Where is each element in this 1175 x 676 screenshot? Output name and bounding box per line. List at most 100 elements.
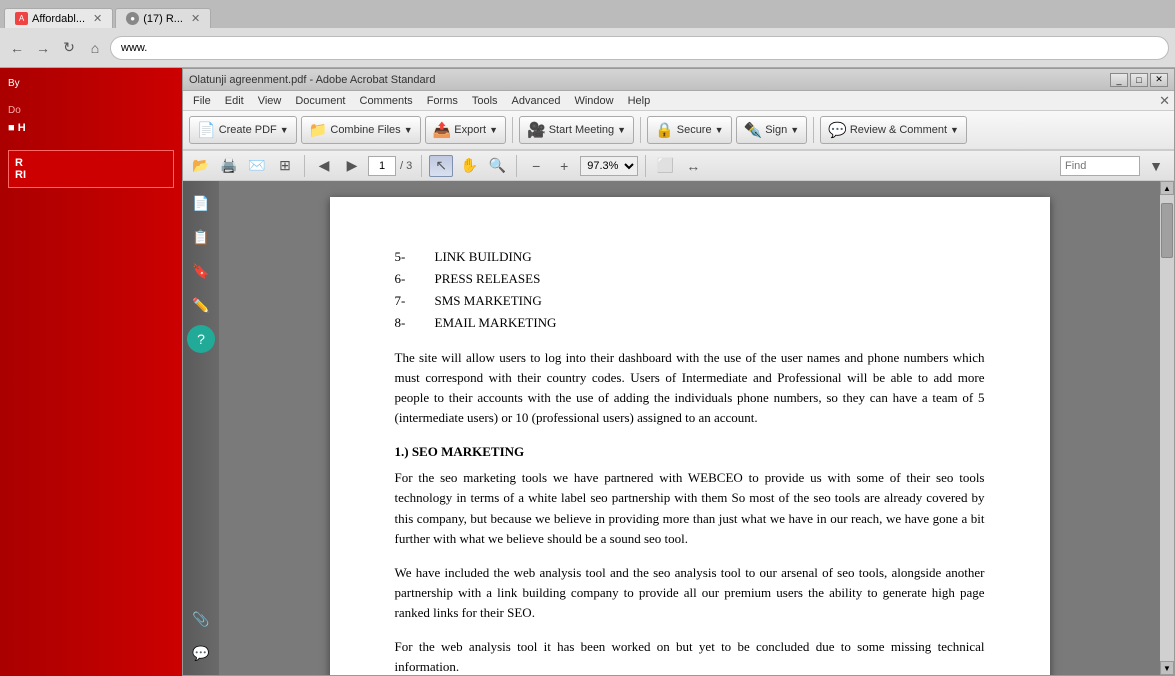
main-toolbar: 📄 Create PDF ▼ 📁 Combine Files ▼ 📤 Expor… [183,111,1174,151]
panel-icon-attachments[interactable]: 🔖 [187,257,215,285]
tab-1[interactable]: A Affordabl... ✕ [4,8,113,28]
menu-view[interactable]: View [252,93,288,109]
menu-edit[interactable]: Edit [219,93,250,109]
review-comment-button[interactable]: 💬 Review & Comment ▼ [820,116,967,144]
combine-files-button[interactable]: 📁 Combine Files ▼ [301,116,421,144]
cursor-tool-button[interactable]: ↖ [429,155,453,177]
menu-help[interactable]: Help [622,93,657,109]
scroll-track[interactable] [1160,195,1174,661]
left-panel: 📄 📋 🔖 ✏️ ? 📎 💬 [183,181,219,675]
fit-width-button[interactable]: ↔ [681,155,705,177]
list-text-5: LINK BUILDING [435,247,532,267]
secondary-toolbar: 📂 🖨️ ✉️ ⊞ ◀ ▶ / 3 ↖ ✋ 🔍 − + 97.3% 100% ⬜ [183,151,1174,181]
sidebar-by-label: By [8,78,174,89]
paragraph-3: We have included the web analysis tool a… [395,563,985,623]
prev-page-button[interactable]: ◀ [312,155,336,177]
create-pdf-label: Create PDF [219,124,277,136]
create-pdf-icon: 📄 [197,121,216,139]
toolbar2-sep1 [304,155,305,177]
zoom-in-button2[interactable]: + [552,155,576,177]
sign-icon: ✒️ [744,121,763,139]
find-input[interactable] [1060,156,1140,176]
toolbar2-sep4 [645,155,646,177]
next-page-button[interactable]: ▶ [340,155,364,177]
zoom-in-button[interactable]: 🔍 [485,155,509,177]
print-button[interactable]: 🖨️ [217,155,241,177]
panel-icon-edit[interactable]: ✏️ [187,291,215,319]
list-item: 8- EMAIL MARKETING [395,313,985,333]
sidebar-content: By Do ■ H RRI [0,68,182,202]
tab-2[interactable]: ● (17) R... ✕ [115,8,211,28]
menu-window[interactable]: Window [568,93,619,109]
address-bar[interactable] [110,36,1169,60]
menu-document[interactable]: Document [289,93,351,109]
sign-button[interactable]: ✒️ Sign ▼ [736,116,808,144]
panel-icon-bookmarks[interactable]: 📋 [187,223,215,251]
sidebar-do-label: Do [8,105,174,116]
review-comment-icon: 💬 [828,121,847,139]
forward-button[interactable]: → [32,37,54,59]
menu-tools[interactable]: Tools [466,93,504,109]
review-comment-arrow: ▼ [950,125,959,135]
tab1-favicon: A [15,12,28,25]
menu-forms[interactable]: Forms [421,93,464,109]
zoom-out-button2[interactable]: − [524,155,548,177]
paragraph-4: For the web analysis tool it has been wo… [395,637,985,675]
email-button[interactable]: ✉️ [245,155,269,177]
list-item: 7- SMS MARKETING [395,291,985,311]
panel-icon-comments[interactable]: 💬 [187,639,215,667]
toolbar2-sep3 [516,155,517,177]
start-meeting-button[interactable]: 🎥 Start Meeting ▼ [519,116,634,144]
zoom-dropdown[interactable]: 97.3% 100% [580,156,638,176]
document-area[interactable]: 5- LINK BUILDING 6- PRESS RELEASES 7- SM… [219,181,1160,675]
menu-comments[interactable]: Comments [354,93,419,109]
start-meeting-label: Start Meeting [549,124,614,136]
panel-icon-help[interactable]: ? [187,325,215,353]
find-arrow[interactable]: ▼ [1144,155,1168,177]
window-controls: _ □ ✕ [1110,73,1168,87]
toolbar-sep2 [640,117,641,143]
paragraph-1: The site will allow users to log into th… [395,348,985,429]
home-button[interactable]: ⌂ [84,37,106,59]
secure-icon: 🔒 [655,121,674,139]
scroll-thumb[interactable] [1161,203,1173,258]
secure-label: Secure [677,124,712,136]
reload-button[interactable]: ↻ [58,37,80,59]
content-area: 📄 📋 🔖 ✏️ ? 📎 💬 5- LINK BUILDING [183,181,1174,675]
panel-icon-paperclip[interactable]: 📎 [187,605,215,633]
sidebar-btn1[interactable]: RRI [8,150,174,188]
menu-advanced[interactable]: Advanced [506,93,567,109]
hand-tool-button[interactable]: ✋ [457,155,481,177]
view-button[interactable]: ⊞ [273,155,297,177]
tab2-close[interactable]: ✕ [191,12,200,25]
browser-window: A Affordabl... ✕ ● (17) R... ✕ ← → ↻ ⌂ B… [0,0,1175,676]
panel-icon-pages[interactable]: 📄 [187,189,215,217]
minimize-button[interactable]: _ [1110,73,1128,87]
toolbar2-sep2 [421,155,422,177]
export-button[interactable]: 📤 Export ▼ [425,116,506,144]
export-label: Export [454,124,486,136]
maximize-button[interactable]: □ [1130,73,1148,87]
export-arrow: ▼ [489,125,498,135]
create-pdf-button[interactable]: 📄 Create PDF ▼ [189,116,297,144]
toolbar-sep1 [512,117,513,143]
acrobat-close-x[interactable]: ✕ [1159,93,1170,109]
close-button[interactable]: ✕ [1150,73,1168,87]
heading-1: 1.) SEO MARKETING [395,442,985,462]
list-num-5: 5- [395,247,419,267]
fit-page-button[interactable]: ⬜ [653,155,677,177]
menu-file[interactable]: File [187,93,217,109]
scrollbar-v[interactable]: ▲ ▼ [1160,181,1174,675]
page-number-input[interactable] [368,156,396,176]
tab1-close[interactable]: ✕ [93,12,102,25]
sign-arrow: ▼ [790,125,799,135]
paragraph-2: For the seo marketing tools we have part… [395,468,985,549]
create-pdf-arrow: ▼ [280,125,289,135]
scroll-up-button[interactable]: ▲ [1160,181,1174,195]
list-text-6: PRESS RELEASES [435,269,541,289]
back-button[interactable]: ← [6,37,28,59]
scroll-down-button[interactable]: ▼ [1160,661,1174,675]
para3-text: We have included the web analysis tool a… [395,565,985,620]
open-button[interactable]: 📂 [189,155,213,177]
secure-button[interactable]: 🔒 Secure ▼ [647,116,731,144]
